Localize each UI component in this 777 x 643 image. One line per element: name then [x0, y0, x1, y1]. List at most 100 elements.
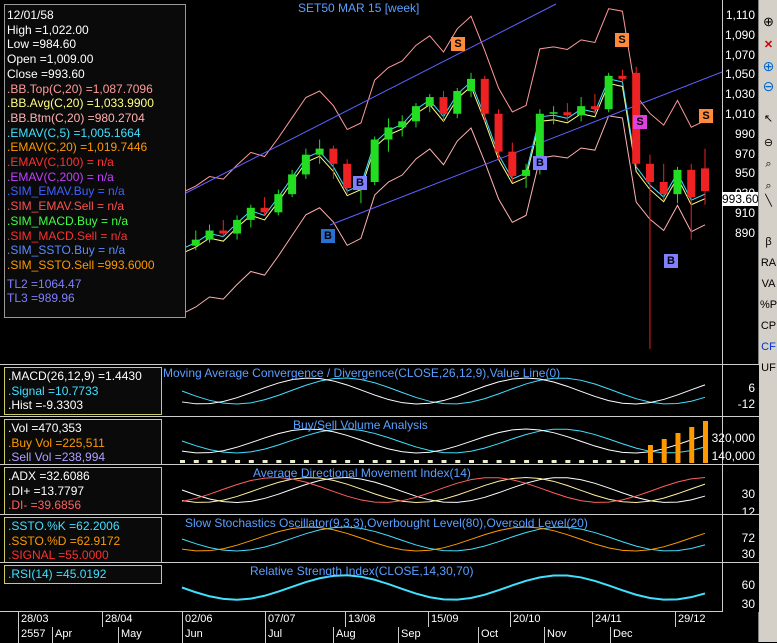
month-label: Oct [481, 628, 499, 640]
volume-bar [345, 460, 351, 463]
rsi-info-line: .RSI(14) =45.0192 [8, 567, 107, 581]
adx-title: Average Directional Movement Index(14) [253, 466, 471, 480]
candle-body [673, 169, 682, 195]
volume-info-line: .Sell Vol =238,994 [8, 450, 106, 465]
ssto-info-box: .SSTO.%K =62.2006 .SSTO.%D =62.9172 .SIGNA… [4, 517, 162, 566]
toolbar-button[interactable]: %P [759, 299, 777, 311]
magnify-icon[interactable]: ⌕ [759, 158, 777, 171]
volume-bar [634, 460, 640, 463]
candle-body [549, 112, 558, 114]
toolbar-button[interactable]: RA [759, 257, 777, 269]
candle-body [467, 78, 476, 91]
volume-title: Buy/Sell Volume Analysis [293, 418, 428, 432]
date-tick-label: 28/03 [21, 613, 49, 625]
candle-body [701, 168, 709, 192]
candle-body [604, 75, 613, 110]
price-info-box: 12/01/58 High =1,022.00 Low =984.60 Open =1… [4, 4, 186, 318]
time-axis: 28/03 28/04 02/06 07/07 13/08 15/09 20/10 24/11… [0, 611, 722, 643]
price-tick-label: 970 [734, 146, 755, 161]
volume-bar [441, 460, 447, 463]
macd-pane[interactable]: Moving Average Convergence / Divergence(… [0, 364, 722, 418]
volume-bar [372, 460, 378, 463]
volume-info-line: .Buy Vol =225,511 [8, 435, 105, 450]
cursor-icon[interactable]: ↖ [759, 112, 777, 125]
info-line: .SIM_MACD.Sell = n/a [7, 228, 128, 243]
volume-bar [620, 460, 626, 463]
month-tick [18, 627, 19, 643]
candle-body [260, 207, 269, 213]
rsi-title: Relative Strength Index(CLOSE,14,30,70) [250, 564, 474, 578]
volume-bar [455, 460, 461, 463]
candle-body [480, 78, 489, 114]
toolbar-button[interactable]: β [759, 236, 777, 248]
line-tool-icon[interactable]: ╲ [759, 194, 777, 207]
volume-axis: 320,000 140,000 [712, 416, 759, 465]
add-icon[interactable]: ⊕ [759, 58, 777, 75]
date-tick-label: 24/11 [595, 613, 622, 625]
adx-axis-label: 30 [741, 487, 755, 501]
zoom-in-icon[interactable]: ⊕ [759, 14, 777, 30]
zoom-out-icon[interactable]: ⊖ [759, 136, 777, 149]
macd-info-line: .MACD(26,12,9) =1.4430 [8, 369, 142, 383]
candle-body [329, 148, 338, 164]
info-line: .SIM_EMAV.Buy = n/a [7, 184, 125, 199]
toolbar-button[interactable]: CP [759, 320, 777, 332]
adx-info-line: .DI+ =13.7797 [8, 483, 85, 498]
price-tick-label: 1,030 [724, 87, 755, 102]
close-icon[interactable]: ✕ [759, 38, 777, 51]
volume-pane[interactable]: Buy/Sell Volume Analysis .Vol =470,353 .Bu… [0, 416, 722, 468]
toolbar-button[interactable]: UF [759, 362, 777, 374]
date-tick-label: 28/04 [105, 613, 133, 625]
candle-body [590, 106, 599, 110]
rsi-axis: 60 30 [722, 562, 759, 612]
candle-body [246, 207, 255, 220]
macd-info-box: .MACD(26,12,9) =1.4430 .Signal =10.7733 .H… [4, 367, 162, 416]
volume-bar [606, 460, 612, 463]
macd-title: Moving Average Convergence / Divergence(… [163, 366, 561, 380]
volume-bar [661, 439, 667, 463]
rsi-line [181, 574, 706, 601]
volume-bar [689, 427, 695, 463]
date-tick-label: 29/12 [678, 613, 706, 625]
date-tick [345, 612, 346, 627]
price-tick-label: 890 [734, 225, 755, 240]
ssto-title: Slow Stochastics Oscillator(9,3,3),Overb… [185, 516, 588, 530]
toolbar-button[interactable]: VA [759, 278, 777, 290]
ssto-pane[interactable]: Slow Stochastics Oscillator(9,3,3),Overb… [0, 514, 722, 566]
info-line: .EMAV(C,100) = n/a [7, 155, 114, 170]
info-line: TL3 =989.96 [7, 291, 75, 306]
macd-line [181, 377, 706, 405]
candle-body [508, 151, 517, 176]
candle-body [659, 182, 668, 195]
month-label: Aug [336, 628, 356, 640]
info-line: .EMAV(C,200) = n/a [7, 169, 114, 184]
volume-bar [510, 460, 516, 463]
adx-info-line: .ADX =32.6086 [8, 469, 90, 483]
month-label: May [121, 628, 142, 640]
candle-body [439, 97, 448, 114]
buy-signal-marker: B [664, 254, 678, 268]
month-tick [333, 627, 334, 643]
date-tick-label: 20/10 [513, 613, 541, 625]
ssto-axis: 72 30 [722, 514, 759, 563]
month-tick [52, 627, 53, 643]
toolbar-button[interactable]: CF [759, 341, 777, 353]
bb-bottom-line [181, 115, 706, 315]
month-tick [478, 627, 479, 643]
magnify-plus-icon[interactable]: ⌕ [759, 180, 777, 193]
price-tick-label: 1,010 [724, 107, 755, 121]
volume-axis-label: 140,000 [711, 449, 755, 463]
month-tick [182, 627, 183, 643]
volume-bar [469, 460, 475, 463]
rsi-pane[interactable]: Relative Strength Index(CLOSE,14,30,70).… [0, 562, 722, 613]
candle-body [522, 169, 531, 176]
remove-icon[interactable]: ⊖ [759, 78, 777, 95]
adx-info-box: .ADX =32.6086 .DI+ =13.7797 .DI- =39.6856 [4, 467, 162, 516]
ssto-info-line: .SSTO.%K =62.2006 [8, 519, 120, 533]
adx-pane[interactable]: Average Directional Movement Index(14) .A… [0, 464, 722, 516]
info-line: .BB.Btm(C,20) =980.2704 [7, 110, 145, 125]
date-tick-label: 02/06 [185, 613, 213, 625]
date-tick [102, 612, 103, 627]
sell-signal-marker: S [699, 109, 713, 123]
info-line: Low =984.60 [7, 37, 77, 52]
